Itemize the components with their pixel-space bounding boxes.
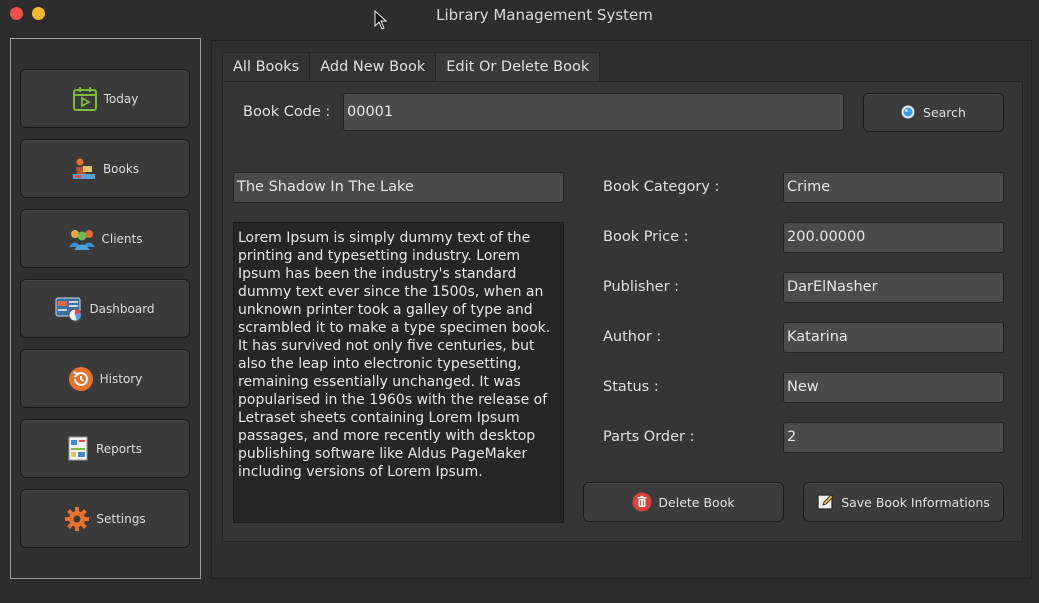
publisher-field[interactable]: DarElNasher xyxy=(783,272,1004,303)
book-category-field[interactable]: Crime xyxy=(783,172,1004,203)
gear-icon xyxy=(65,506,90,531)
sidebar-item-label: Clients xyxy=(101,231,143,246)
sidebar-item-label: Books xyxy=(102,161,140,176)
tab-all-books[interactable]: All Books xyxy=(222,52,311,82)
history-icon xyxy=(68,366,93,391)
delete-book-label: Delete Book xyxy=(658,494,735,510)
parts-order-input[interactable]: 2 xyxy=(783,422,1004,453)
delete-book-button[interactable]: Delete Book xyxy=(583,482,784,522)
sidebar-item-dashboard[interactable]: Dashboard xyxy=(20,279,190,338)
dashboard-icon xyxy=(55,297,82,321)
sidebar-item-books[interactable]: Books xyxy=(20,139,190,198)
calendar-icon xyxy=(72,86,97,111)
book-code-label: Book Code : xyxy=(243,104,331,120)
sidebar-item-reports[interactable]: Reports xyxy=(20,419,190,478)
book-price-input[interactable]: 200.00000 xyxy=(783,222,1004,253)
book-price-label: Book Price : xyxy=(603,229,689,245)
save-book-button[interactable]: Save Book Informations xyxy=(803,482,1004,522)
book-code-input[interactable]: 00001 xyxy=(343,93,844,131)
reader-icon xyxy=(72,158,95,179)
sidebar-item-clients[interactable]: Clients xyxy=(20,209,190,268)
users-icon xyxy=(68,229,95,250)
edit-icon xyxy=(817,494,834,510)
save-book-label: Save Book Informations xyxy=(841,494,990,510)
status-label: Status : xyxy=(603,379,659,395)
sidebar-item-settings[interactable]: Settings xyxy=(20,489,190,548)
mouse-cursor-icon xyxy=(374,10,388,30)
parts-order-label: Parts Order : xyxy=(603,429,695,445)
tab-edit-or-delete-book[interactable]: Edit Or Delete Book xyxy=(435,52,601,82)
search-button-label: Search xyxy=(923,105,966,120)
author-field[interactable]: Katarina xyxy=(783,322,1004,353)
book-title-input[interactable]: The Shadow In The Lake xyxy=(233,172,564,203)
author-label: Author : xyxy=(603,329,662,345)
sidebar-item-label: Reports xyxy=(95,441,143,456)
search-button[interactable]: Search xyxy=(863,93,1004,132)
publisher-label: Publisher : xyxy=(603,279,680,295)
sidebar-item-today[interactable]: Today xyxy=(20,69,190,128)
trash-icon xyxy=(632,492,652,512)
book-category-label: Book Category : xyxy=(603,179,720,195)
tab-bar: All Books Add New Book Edit Or Delete Bo… xyxy=(222,52,601,82)
window-title: Library Management System xyxy=(436,6,653,24)
search-icon xyxy=(901,105,915,118)
tab-add-new-book[interactable]: Add New Book xyxy=(309,52,437,82)
sidebar-item-label: Settings xyxy=(96,511,146,526)
sidebar-item-label: Today xyxy=(103,91,139,106)
sidebar: Today Books Clients Dashboard History Re… xyxy=(10,38,201,579)
status-field[interactable]: New xyxy=(783,372,1004,403)
title-bar: Library Management System xyxy=(0,0,1039,30)
reports-icon xyxy=(68,436,88,460)
book-description-textarea[interactable]: Lorem Ipsum is simply dummy text of the … xyxy=(233,222,564,523)
sidebar-item-label: Dashboard xyxy=(89,301,155,316)
sidebar-item-label: History xyxy=(99,371,143,386)
sidebar-item-history[interactable]: History xyxy=(20,349,190,408)
